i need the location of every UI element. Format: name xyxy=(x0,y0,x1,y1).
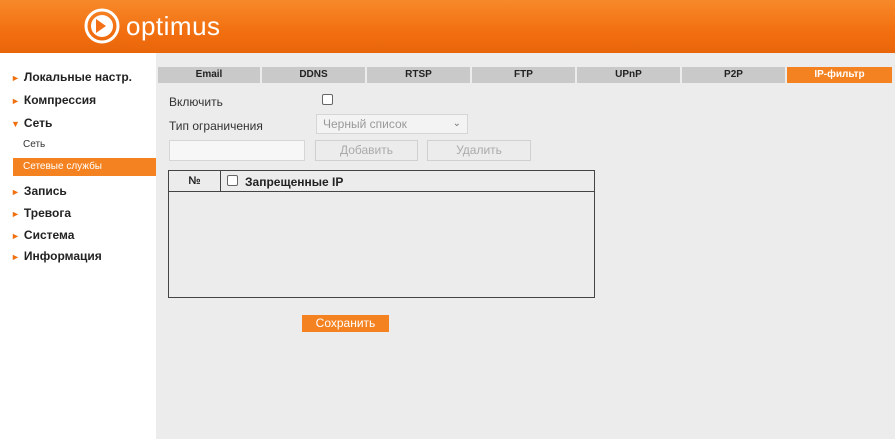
sidebar: ► Локальные настр. ► Компрессия ▼ Сеть Сеть… xyxy=(6,53,157,439)
restriction-type-select[interactable]: Черный список ⌄ xyxy=(316,114,468,134)
tab-ddns[interactable]: DDNS xyxy=(262,67,365,83)
restriction-type-value: Черный список xyxy=(323,117,407,131)
sidebar-subitem-network[interactable]: Сеть xyxy=(23,139,45,150)
triangle-down-icon: ▼ xyxy=(11,119,20,129)
enable-checkbox[interactable] xyxy=(322,94,333,105)
logo-text: optimus xyxy=(126,10,221,41)
tab-ftp[interactable]: FTP xyxy=(472,67,575,83)
header-bar: optimus xyxy=(0,0,895,53)
triangle-right-icon: ► xyxy=(11,187,20,197)
ip-address-input[interactable] xyxy=(169,140,305,161)
sidebar-item-system[interactable]: ► Система xyxy=(11,228,74,242)
save-button[interactable]: Сохранить xyxy=(302,315,389,332)
select-all-checkbox[interactable] xyxy=(227,175,238,186)
sidebar-item-record[interactable]: ► Запись xyxy=(11,184,67,198)
chevron-down-icon: ⌄ xyxy=(452,118,461,129)
sidebar-item-label: Компрессия xyxy=(23,93,97,107)
sidebar-item-label: Информация xyxy=(23,249,102,263)
sidebar-item-local-settings[interactable]: ► Локальные настр. xyxy=(11,70,132,84)
tab-p2p[interactable]: P2P xyxy=(682,67,785,83)
tab-upnp[interactable]: UPnP xyxy=(577,67,680,83)
add-button[interactable]: Добавить xyxy=(315,140,418,161)
restriction-type-label: Тип ограничения xyxy=(169,119,263,133)
column-header-number: № xyxy=(169,171,221,191)
table-header: № Запрещенные IP xyxy=(169,171,594,192)
sidebar-item-label: Система xyxy=(23,228,75,242)
optimus-logo-icon xyxy=(84,8,120,44)
sidebar-item-label: Сеть xyxy=(23,116,53,130)
triangle-right-icon: ► xyxy=(11,209,20,219)
tab-rtsp[interactable]: RTSP xyxy=(367,67,470,83)
logo: optimus xyxy=(84,8,221,44)
sidebar-subitem-network-services[interactable]: Сетевые службы xyxy=(13,158,157,176)
sidebar-item-compression[interactable]: ► Компрессия xyxy=(11,93,96,107)
triangle-right-icon: ► xyxy=(11,73,20,83)
sidebar-item-information[interactable]: ► Информация xyxy=(11,249,102,263)
tab-email[interactable]: Email xyxy=(158,67,260,83)
content-panel: Email DDNS RTSP FTP UPnP P2P IP-фильтр В… xyxy=(156,53,895,439)
ip-filter-table: № Запрещенные IP xyxy=(168,170,595,298)
sidebar-item-label: Запись xyxy=(23,184,67,198)
delete-button[interactable]: Удалить xyxy=(427,140,531,161)
enable-label: Включить xyxy=(169,95,223,109)
triangle-right-icon: ► xyxy=(11,252,20,262)
column-header-blocked-ip: Запрещенные IP xyxy=(245,175,344,189)
sidebar-item-network[interactable]: ▼ Сеть xyxy=(11,116,52,130)
triangle-right-icon: ► xyxy=(11,231,20,241)
sidebar-item-alarm[interactable]: ► Тревога xyxy=(11,206,71,220)
sidebar-item-label: Тревога xyxy=(23,206,72,220)
tab-ip-filter[interactable]: IP-фильтр xyxy=(787,67,892,83)
triangle-right-icon: ► xyxy=(11,96,20,106)
tab-bar: Email DDNS RTSP FTP UPnP P2P IP-фильтр xyxy=(158,67,894,83)
sidebar-item-label: Локальные настр. xyxy=(23,70,132,84)
